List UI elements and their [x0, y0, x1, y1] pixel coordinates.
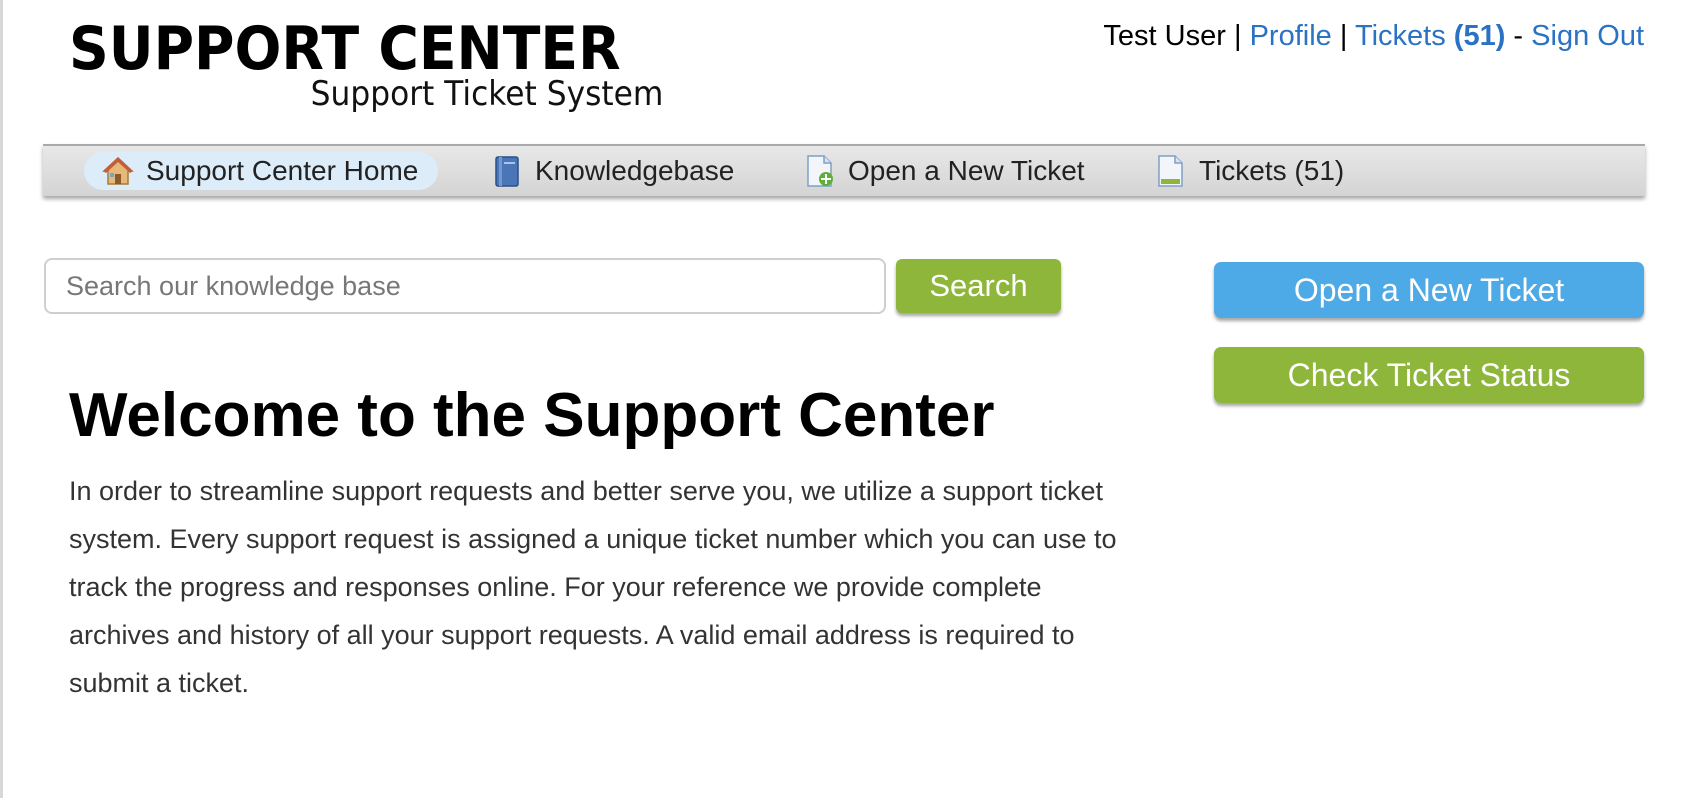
nav-item-tickets[interactable]: Tickets (51): [1155, 152, 1344, 190]
profile-link[interactable]: Profile: [1250, 20, 1332, 52]
ticket-icon: [1155, 154, 1187, 188]
nav-item-new-ticket[interactable]: Open a New Ticket: [804, 152, 1085, 190]
nav-item-label: Open a New Ticket: [848, 155, 1085, 186]
tickets-link-label: Tickets: [1354, 20, 1446, 52]
page-left-border: [0, 0, 3, 798]
nav-item-label: Tickets (51): [1199, 155, 1345, 186]
nav-item-label: Knowledgebase: [535, 155, 735, 186]
nav-item-home[interactable]: Support Center Home: [84, 152, 439, 190]
separator: -: [1513, 20, 1524, 52]
search-button[interactable]: Search: [896, 259, 1061, 313]
separator: |: [1233, 20, 1242, 52]
page-title: Welcome to the Support Center: [69, 381, 995, 450]
tickets-link[interactable]: Tickets (51): [1355, 20, 1505, 52]
site-logo[interactable]: SUPPORT CENTER Support Ticket System: [69, 14, 663, 114]
tickets-count: (51): [1453, 20, 1506, 52]
new-ticket-icon: [804, 154, 836, 188]
welcome-text: In order to streamline support requests …: [69, 476, 1117, 698]
book-icon: [491, 154, 523, 188]
check-ticket-status-button[interactable]: Check Ticket Status: [1214, 347, 1644, 403]
user-bar: Test User | Profile | Tickets (51) - Sig…: [1103, 16, 1644, 56]
nav-item-label: Support Center Home: [146, 155, 419, 186]
sign-out-link[interactable]: Sign Out: [1531, 20, 1644, 52]
search-input[interactable]: [44, 258, 886, 314]
user-name: Test User: [1103, 20, 1226, 52]
logo-subtitle: Support Ticket System: [310, 74, 663, 114]
home-icon: [102, 154, 134, 188]
open-new-ticket-button[interactable]: Open a New Ticket: [1214, 262, 1644, 318]
main-nav: Support Center Home Knowledgebase Open a…: [43, 144, 1645, 196]
separator: |: [1339, 20, 1348, 52]
nav-item-knowledgebase[interactable]: Knowledgebase: [491, 152, 734, 190]
